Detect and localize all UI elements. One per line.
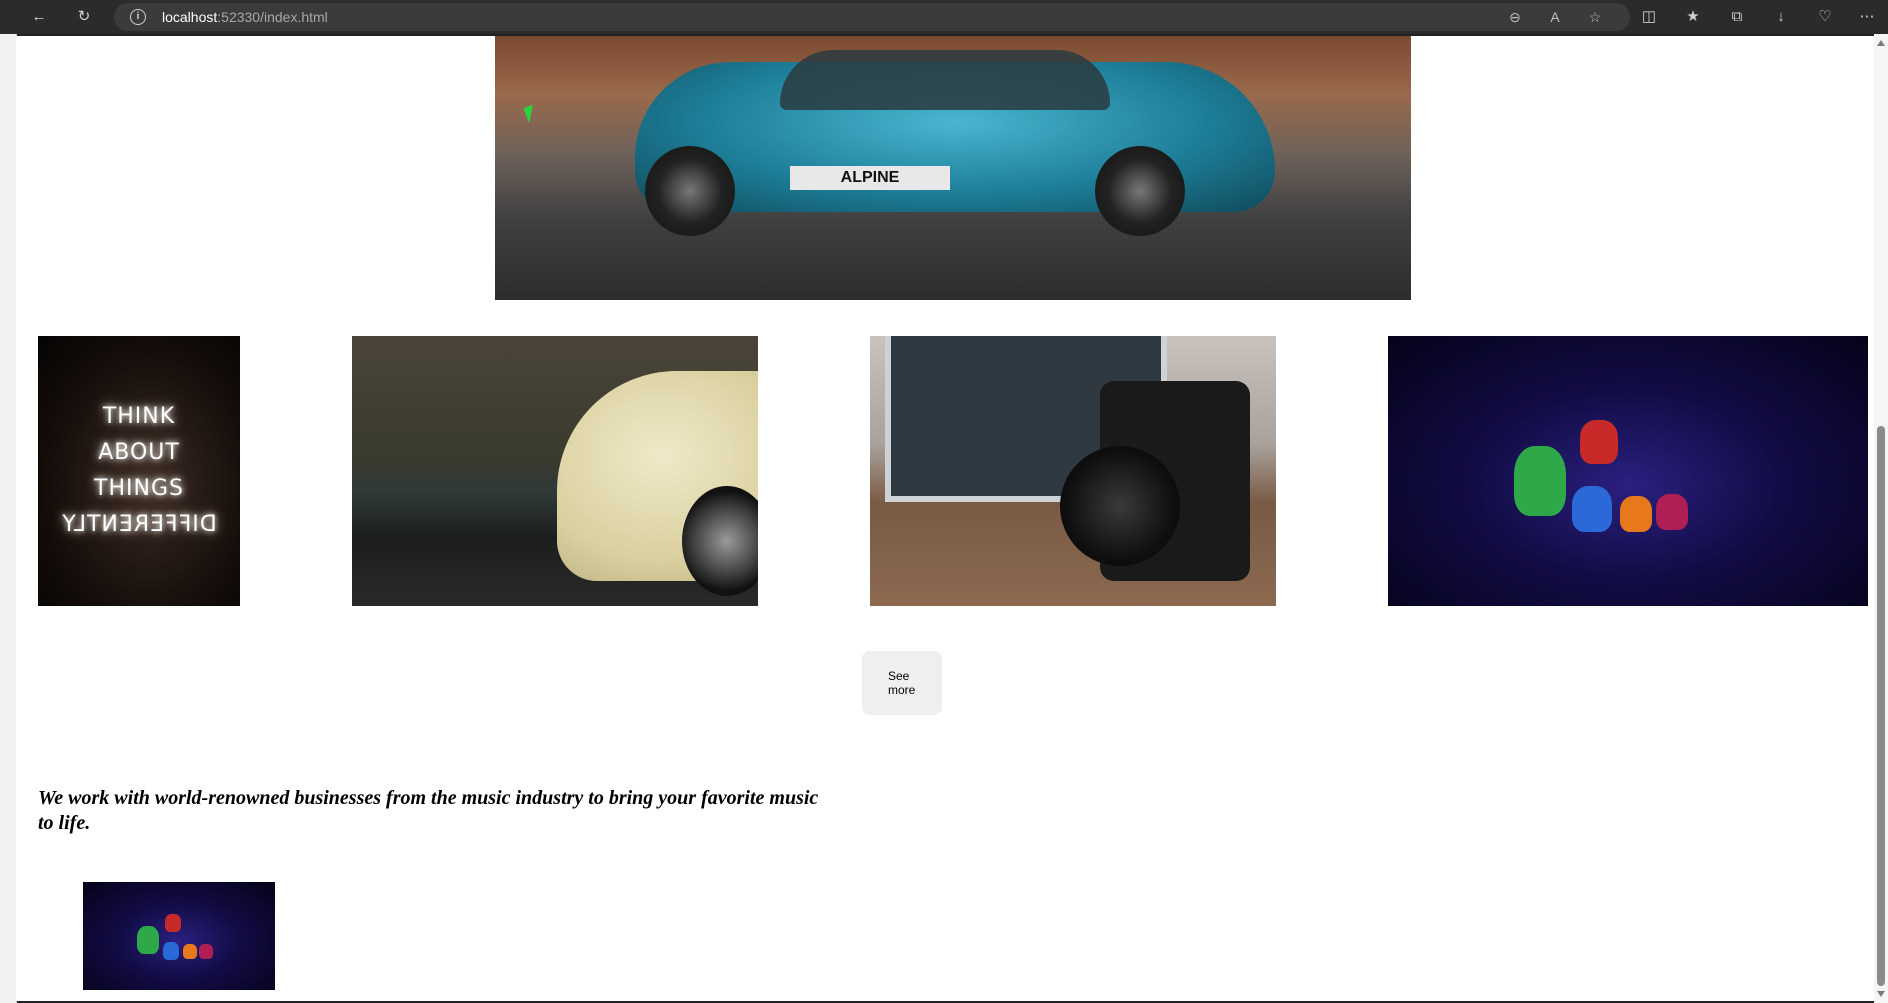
gallery-image-neon-sign: THINK ABOUT THINGS DIFFERENTLY [38,336,240,606]
gallery-image-crewmates [1388,336,1868,606]
hero-car-image: ALPINE [495,36,1411,300]
neon-line-mirrored: DIFFERENTLY [61,512,217,537]
zoom-out-icon[interactable]: ⊖ [1506,8,1524,26]
address-bar[interactable]: i localhost:52330/index.html ⊖ A ☆ [114,3,1630,31]
left-frame-strip [0,34,17,1003]
car-window [780,50,1110,110]
site-info-icon[interactable]: i [130,9,146,25]
neon-line: THINK [102,404,176,429]
url-host: localhost [162,9,218,25]
page-viewport: ALPINE THINK ABOUT THINGS DIFFERENTLY Se… [16,36,1874,1001]
tagline-text: We work with world-renowned businesses f… [38,787,819,834]
gallery-image-beetle [352,336,758,606]
crewmate-orange [183,944,197,959]
crewmates-thumbnail [83,882,275,990]
neon-line: THINGS [94,476,184,501]
scrollbar-thumb[interactable] [1877,426,1885,986]
crewmate-magenta [199,944,213,959]
back-icon[interactable]: ← [30,8,48,26]
camera-lens [1060,446,1180,566]
vertical-scrollbar[interactable] [1874,34,1888,1003]
url-path: :52330/index.html [217,9,328,25]
url-text[interactable]: localhost:52330/index.html [162,9,328,25]
crewmate-red [1580,420,1618,464]
browser-essentials-icon[interactable]: ♡ [1816,8,1834,26]
crewmate-red [165,914,181,932]
favorite-star-icon[interactable]: ☆ [1586,8,1604,26]
browser-toolbar: ← ↻ i localhost:52330/index.html ⊖ A ☆ ◫… [0,0,1888,34]
split-screen-icon[interactable]: ◫ [1640,8,1658,26]
car-wheel [645,146,735,236]
refresh-icon[interactable]: ↻ [75,8,93,26]
crewmate-magenta [1656,494,1688,530]
crewmate-green [1514,446,1566,516]
crewmate-blue [163,942,179,960]
license-plate: ALPINE [790,166,950,190]
see-more-button[interactable]: See more [862,651,942,715]
scroll-down-icon[interactable] [1877,991,1885,997]
car-wheel [1095,146,1185,236]
gallery-image-camera [870,336,1276,606]
crewmate-blue [1572,486,1612,532]
crewmate-green [137,926,159,954]
favorites-icon[interactable]: ★ [1684,8,1702,26]
crewmate-orange [1620,496,1652,532]
downloads-icon[interactable]: ↓ [1772,8,1790,26]
read-aloud-icon[interactable]: A [1546,8,1564,26]
more-menu-icon[interactable]: ⋯ [1858,8,1876,26]
neon-line: ABOUT [98,440,180,465]
collections-icon[interactable]: ⧉ [1728,8,1746,26]
scroll-up-icon[interactable] [1877,40,1885,46]
